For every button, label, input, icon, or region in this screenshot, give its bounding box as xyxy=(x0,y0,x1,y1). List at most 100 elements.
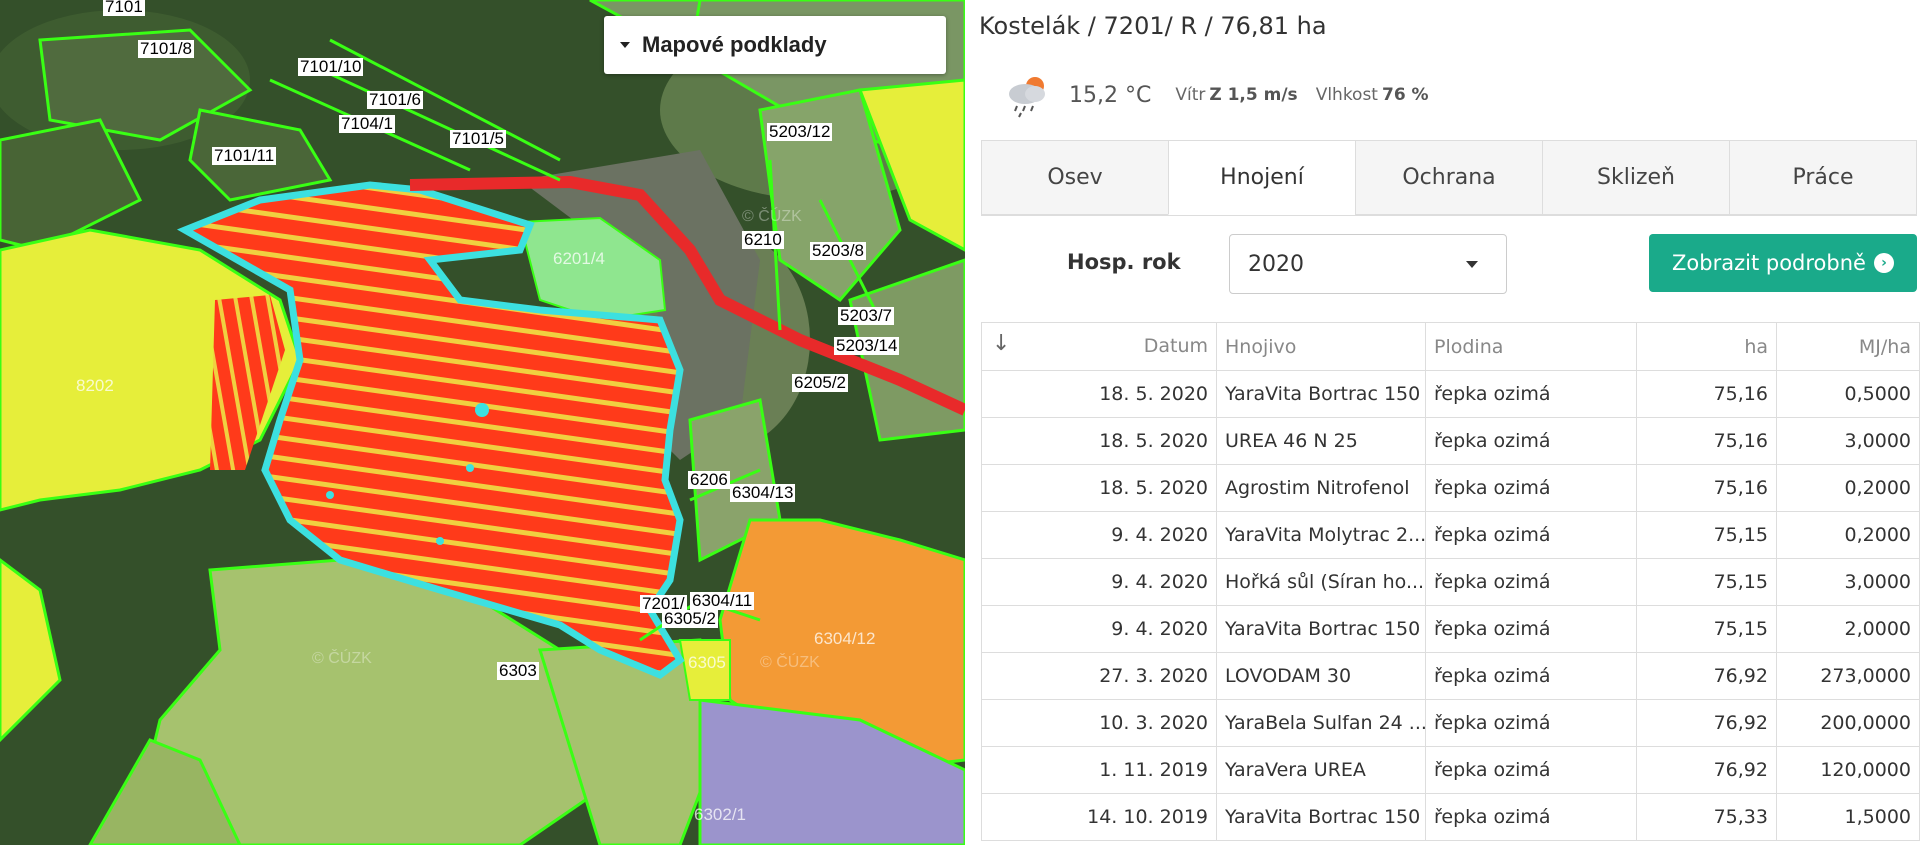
cell-datum: 9. 4. 2020 xyxy=(981,558,1217,606)
table-row[interactable]: 9. 4. 2020 Hořká sůl (Síran ho... řepka oz… xyxy=(981,558,1920,606)
sort-arrow-icon[interactable]: ↓ xyxy=(992,331,1010,356)
parcel-label[interactable]: 6303 xyxy=(497,662,539,680)
cell-plodina: řepka ozimá xyxy=(1425,652,1637,700)
cell-hnojivo: YaraVita Bortrac 150 xyxy=(1216,793,1426,841)
map-view[interactable]: © ČÚZK © ČÚZK © ČÚZK 7101 7101/8 7101/10… xyxy=(0,0,965,845)
parcel-label[interactable]: 7101/10 xyxy=(298,58,364,76)
cell-mj-ha: 200,0000 xyxy=(1776,699,1920,747)
parcel-label[interactable]: 6305 xyxy=(686,654,728,672)
parcel-label[interactable]: 7101/5 xyxy=(450,130,506,148)
parcel-label[interactable]: 6210 xyxy=(742,231,784,249)
table-header-row: ↓ Datum Hnojivo Plodina ha MJ/ha xyxy=(981,322,1920,371)
cell-hnojivo: YaraVita Bortrac 150 xyxy=(1216,605,1426,653)
field-detail-panel: Kostelák / 7201/ R / 76,81 ha 15,2 °C Ví… xyxy=(965,0,1920,845)
parcel-label[interactable]: 6304/12 xyxy=(812,630,877,648)
parcel-label[interactable]: 7101/8 xyxy=(138,40,194,58)
cell-mj-ha: 3,0000 xyxy=(1776,558,1920,606)
cell-datum: 18. 5. 2020 xyxy=(981,370,1217,418)
cell-plodina: řepka ozimá xyxy=(1425,793,1637,841)
show-detail-label: Zobrazit podrobně xyxy=(1672,251,1866,275)
cell-mj-ha: 2,0000 xyxy=(1776,605,1920,653)
column-header-plodina[interactable]: Plodina xyxy=(1425,322,1637,371)
map-layers-button[interactable]: Mapové podklady xyxy=(604,16,946,74)
cell-ha: 75,33 xyxy=(1636,793,1777,841)
wind-value: Z 1,5 m/s xyxy=(1209,85,1298,105)
cell-datum: 18. 5. 2020 xyxy=(981,417,1217,465)
parcel-label[interactable]: 6302/1 xyxy=(692,806,748,824)
parcel-label[interactable]: 6205/2 xyxy=(792,374,848,392)
weather-widget: 15,2 °C Vítr Z 1,5 m/s Vlhkost 76 % xyxy=(1003,72,1447,118)
parcel-label[interactable]: 8202 xyxy=(74,377,116,395)
cell-plodina: řepka ozimá xyxy=(1425,464,1637,512)
table-row[interactable]: 14. 10. 2019 YaraVita Bortrac 150 řepka oz… xyxy=(981,793,1920,841)
cell-hnojivo: YaraBela Sulfan 24 ... xyxy=(1216,699,1426,747)
table-row[interactable]: 1. 11. 2019 YaraVera UREA řepka ozimá 76,92… xyxy=(981,746,1920,794)
cell-hnojivo: LOVODAM 30 xyxy=(1216,652,1426,700)
parcel-label[interactable]: 7101/11 xyxy=(212,147,277,165)
parcel-label[interactable]: 5203/8 xyxy=(810,242,866,260)
table-row[interactable]: 9. 4. 2020 YaraVita Bortrac 150 řepka ozim… xyxy=(981,605,1920,653)
table-row[interactable]: 27. 3. 2020 LOVODAM 30 řepka ozimá 76,92 273… xyxy=(981,652,1920,700)
tab-bar: Osev Hnojení Ochrana Sklizeň Práce xyxy=(981,140,1917,216)
parcel-label[interactable]: 5203/7 xyxy=(838,307,894,325)
tab-hnojeni[interactable]: Hnojení xyxy=(1168,140,1355,215)
table-row[interactable]: 18. 5. 2020 UREA 46 N 25 řepka ozimá 75,16 3… xyxy=(981,417,1920,465)
column-header-hnojivo[interactable]: Hnojivo xyxy=(1216,322,1426,371)
cell-datum: 10. 3. 2020 xyxy=(981,699,1217,747)
table-row[interactable]: 18. 5. 2020 YaraVita Bortrac 150 řepka ozi… xyxy=(981,370,1920,418)
cell-plodina: řepka ozimá xyxy=(1425,699,1637,747)
cell-plodina: řepka ozimá xyxy=(1425,746,1637,794)
cell-datum: 1. 11. 2019 xyxy=(981,746,1217,794)
table-row[interactable]: 18. 5. 2020 Agrostim Nitrofenol řepka ozim… xyxy=(981,464,1920,512)
cell-mj-ha: 120,0000 xyxy=(1776,746,1920,794)
cell-hnojivo: YaraVita Molytrac 2... xyxy=(1216,511,1426,559)
tab-ochrana[interactable]: Ochrana xyxy=(1355,140,1542,215)
map-watermark: © ČÚZK xyxy=(760,654,820,671)
rain-cloud-sun-icon xyxy=(1003,72,1053,118)
cell-ha: 75,15 xyxy=(1636,605,1777,653)
cell-plodina: řepka ozimá xyxy=(1425,558,1637,606)
cell-mj-ha: 3,0000 xyxy=(1776,417,1920,465)
caret-down-icon xyxy=(1466,261,1478,268)
show-detail-button[interactable]: Zobrazit podrobně › xyxy=(1649,234,1917,292)
cell-ha: 76,92 xyxy=(1636,652,1777,700)
parcel-label[interactable]: 6201/4 xyxy=(551,250,607,268)
cell-datum: 14. 10. 2019 xyxy=(981,793,1217,841)
year-select[interactable]: 2020 xyxy=(1229,234,1507,294)
cell-hnojivo: YaraVita Bortrac 150 xyxy=(1216,370,1426,418)
year-select-value: 2020 xyxy=(1248,251,1304,277)
wind-label: Vítr xyxy=(1175,85,1206,105)
parcel-label[interactable]: 7104/1 xyxy=(339,115,395,133)
cell-ha: 75,15 xyxy=(1636,511,1777,559)
parcel-label[interactable]: 6206 xyxy=(688,471,730,489)
cell-ha: 75,16 xyxy=(1636,417,1777,465)
parcel-label[interactable]: 5203/14 xyxy=(834,337,900,355)
parcel-label[interactable]: 6304/11 xyxy=(690,592,755,610)
cell-datum: 18. 5. 2020 xyxy=(981,464,1217,512)
field-title: Kostelák / 7201/ R / 76,81 ha xyxy=(979,12,1327,40)
year-filter-label: Hosp. rok xyxy=(1067,250,1181,274)
parcel-label[interactable]: 7101 xyxy=(103,0,145,16)
column-header-datum[interactable]: ↓ Datum xyxy=(981,322,1217,371)
cell-mj-ha: 273,0000 xyxy=(1776,652,1920,700)
tab-sklizen[interactable]: Sklizeň xyxy=(1542,140,1729,215)
column-header-mj-ha[interactable]: MJ/ha xyxy=(1776,322,1920,371)
parcel-label[interactable]: 6305/2 xyxy=(662,610,718,628)
temperature: 15,2 °C xyxy=(1069,82,1152,108)
cell-ha: 76,92 xyxy=(1636,699,1777,747)
parcel-label[interactable]: 5203/12 xyxy=(767,123,833,141)
table-row[interactable]: 9. 4. 2020 YaraVita Molytrac 2... řepka oz… xyxy=(981,511,1920,559)
caret-down-icon xyxy=(620,42,630,48)
cell-datum: 9. 4. 2020 xyxy=(981,511,1217,559)
cell-mj-ha: 0,2000 xyxy=(1776,464,1920,512)
parcel-label[interactable]: 6304/13 xyxy=(730,484,796,502)
table-row[interactable]: 10. 3. 2020 YaraBela Sulfan 24 ... řepka o… xyxy=(981,699,1920,747)
parcel-label[interactable]: 7101/6 xyxy=(367,91,423,109)
cell-mj-ha: 0,2000 xyxy=(1776,511,1920,559)
tab-prace[interactable]: Práce xyxy=(1729,140,1917,215)
column-label: Datum xyxy=(1143,335,1208,357)
map-layers-label: Mapové podklady xyxy=(642,32,827,57)
column-header-ha[interactable]: ha xyxy=(1636,322,1777,371)
tab-osev[interactable]: Osev xyxy=(981,140,1168,215)
cell-hnojivo: YaraVera UREA xyxy=(1216,746,1426,794)
